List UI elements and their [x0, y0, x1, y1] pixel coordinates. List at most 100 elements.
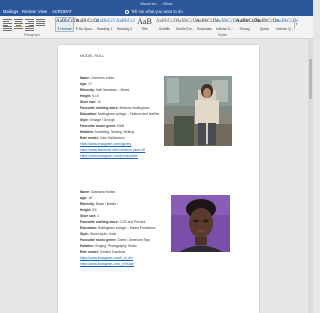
profile-link[interactable]: https://www.instagram.com/cjjukes/: [80, 142, 131, 146]
style-intense-quote[interactable]: AaBbCcDe Intense Q...: [275, 17, 299, 32]
menu-review[interactable]: Review: [22, 7, 36, 16]
field-label: Ethnicity:: [80, 202, 96, 206]
field-label: Favourite clothing store:: [80, 106, 119, 110]
field-label: Age:: [80, 82, 88, 86]
styles-group-label: Styles: [218, 33, 228, 37]
profile-field: Height: 5.10: [80, 94, 99, 98]
tell-me-text: Tell me what you want to do: [131, 8, 183, 14]
vertical-scrollbar[interactable]: [308, 39, 313, 313]
model-photo-2[interactable]: [171, 195, 230, 252]
profile-field: Education: Nottingham college – Media Pr…: [80, 226, 156, 230]
profile-field: Shoe size: 10: [80, 100, 101, 104]
align-right-icon[interactable]: [25, 19, 34, 26]
profile-link[interactable]: https://www.instagram.com/jnomcodels/: [80, 154, 138, 158]
style-heading-2[interactable]: AaBbCcI Heading 2: [115, 17, 135, 32]
style-intense-emphasis[interactable]: AaBbCcDe Intense E...: [215, 17, 239, 32]
field-label: Shoe size:: [80, 214, 97, 218]
menu-view[interactable]: View: [38, 7, 47, 16]
profile-link[interactable]: https://www.instagram.com/_bnhuqd/: [80, 262, 134, 266]
shading-icon[interactable]: [14, 26, 23, 32]
justify-icon[interactable]: [36, 19, 45, 26]
field-label: Education:: [80, 112, 98, 116]
line-spacing-icon[interactable]: [3, 26, 12, 32]
field-value: Singing, Photography, Music: [95, 244, 137, 248]
field-value: Grime / American Rap: [117, 238, 150, 242]
document-page[interactable]: MODEL ROLL Name: Cameron Jukes Age: 17 E…: [58, 45, 259, 313]
style-name: Intense Q...: [276, 27, 294, 31]
field-label: Name:: [80, 190, 91, 194]
field-value: Nottingham college – Media Production: [97, 226, 156, 230]
model-photo-1-art: [164, 76, 232, 146]
style-preview: AaBbCcD: [156, 19, 177, 24]
style-strong[interactable]: AaBbCcDe Strong: [235, 17, 260, 32]
style-no-spacing[interactable]: AaBbCcDc ¶ No Spac...: [75, 17, 99, 32]
ribbon: AaBbCcDc ¶ Normal AaBbCcDc ¶ No Spac... …: [0, 16, 313, 39]
profile-field: Hobbies: Modelling, Sewing, Writing: [80, 130, 134, 134]
window-title: Mood bo... - Word: [140, 1, 173, 6]
style-subtle-emphasis[interactable]: AaBbCcDe Subtle Em...: [175, 17, 199, 32]
field-label: Education:: [80, 226, 98, 230]
model-photo-1[interactable]: [164, 76, 232, 146]
borders-icon[interactable]: [25, 26, 34, 32]
field-label: Hobbies:: [80, 244, 95, 248]
profile-field: Style: Street style / Indie: [80, 232, 116, 236]
styles-gallery: AaBbCcDc ¶ Normal AaBbCcDc ¶ No Spac... …: [55, 17, 301, 32]
field-label: Ethnicity:: [80, 88, 96, 92]
field-value: Black / British /: [95, 202, 118, 206]
field-value: Vintage / Grunge: [89, 118, 115, 122]
menu-mailings[interactable]: Mailings: [3, 7, 18, 16]
field-value: Modelling, Sewing, Writing: [95, 130, 134, 134]
field-label: Favourite clothing store:: [80, 220, 119, 224]
model-photo-2-art: [171, 195, 230, 252]
profile-field: Ethnicity: Black / British /: [80, 202, 118, 206]
style-normal[interactable]: AaBbCcDc ¶ Normal: [55, 17, 80, 32]
profile-field: Height: 5'6: [80, 208, 97, 212]
menu-acrobat[interactable]: ACROBAT: [52, 7, 72, 16]
align-left-icon[interactable]: [3, 19, 12, 26]
field-value: John Galliardson: [99, 136, 125, 140]
profile-field: Role model: Chidinh Gambino: [80, 250, 125, 254]
lightbulb-icon: [125, 9, 129, 14]
style-preview: AaBbCcDc: [56, 19, 80, 24]
profile-field: Education: Nottingham college – Fashion …: [80, 112, 159, 116]
profile-field: Favourite music genre: R&B: [80, 124, 124, 128]
style-emphasis[interactable]: AaBbCcDe Emphasis: [195, 17, 219, 32]
field-value: 4: [97, 214, 100, 218]
style-name: Intense E...: [216, 27, 234, 31]
align-center-icon[interactable]: [14, 19, 23, 26]
profile-field: Role model: John Galliardson: [80, 136, 125, 140]
gallery-more-arrow-icon[interactable]: ▾: [294, 20, 298, 29]
style-preview: AaBbCcDe: [256, 19, 279, 24]
style-name: Heading 2: [116, 27, 133, 31]
field-value: 18: [88, 196, 92, 200]
field-label: Style:: [80, 118, 89, 122]
field-value: Chidinh Gambino: [99, 250, 126, 254]
style-name: Quote: [259, 27, 270, 31]
style-preview: AaB: [137, 17, 152, 26]
profile-field: Hobbies: Singing, Photography, Music: [80, 244, 137, 248]
scrollbar-thumb[interactable]: [309, 59, 312, 99]
profile-field: Favourite clothing store: Brixtone Notti…: [80, 106, 149, 110]
style-name: ¶ No Spac...: [76, 27, 95, 31]
profile-link[interactable]: https://www.facebook.com/cameron.jukes.9…: [80, 148, 145, 152]
document-area[interactable]: MODEL ROLL Name: Cameron Jukes Age: 17 E…: [0, 39, 313, 313]
field-value: Brixtone Nottingham: [119, 106, 150, 110]
style-preview: AaBbCcDe: [216, 19, 239, 24]
page-title: MODEL ROLL: [80, 54, 105, 58]
profile-link[interactable]: https://www.instagram.com/h_to_sh/: [80, 256, 133, 260]
field-label: Name:: [80, 76, 91, 80]
style-subtitle[interactable]: AaBbCcD Subtitle: [155, 17, 177, 32]
style-name: Heading 1: [96, 27, 113, 31]
field-value: Cameron Jukes: [91, 76, 115, 80]
style-quote[interactable]: AaBbCcDe Quote: [255, 17, 279, 32]
field-label: Height:: [80, 94, 92, 98]
tell-me-box[interactable]: Tell me what you want to do: [125, 9, 205, 15]
field-value: R&B: [117, 124, 124, 128]
style-preview: AaBbCcDe: [176, 19, 199, 24]
field-value: Nottingham college – Fashion and textile…: [97, 112, 160, 116]
profile-field: Name: Sashania Hutton: [80, 190, 115, 194]
style-name: Title: [141, 27, 148, 31]
style-heading-1[interactable]: AaBbCcI Heading 1: [95, 17, 115, 32]
field-value: COS and Primark: [119, 220, 146, 224]
style-title[interactable]: AaB Title: [135, 17, 154, 32]
